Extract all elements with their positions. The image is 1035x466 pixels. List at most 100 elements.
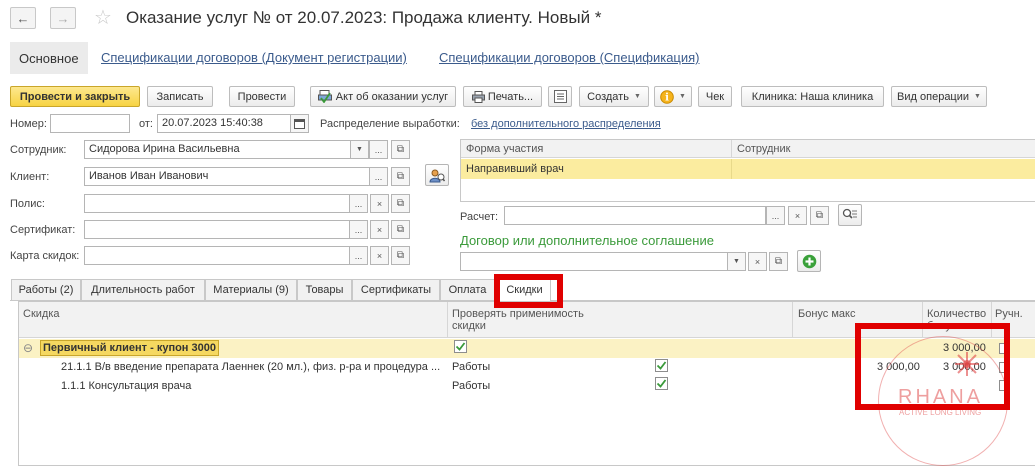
contract-input[interactable] (460, 252, 728, 271)
contract-open-button[interactable]: ⧉ (769, 252, 788, 271)
discount-card-select-button[interactable]: ... (349, 246, 368, 265)
client-card-icon (429, 169, 445, 182)
col-bonus-qty-1: Количество (927, 308, 987, 320)
number-label: Номер: (10, 118, 47, 130)
page-title: Оказание услуг № от 20.07.2023: Продажа … (126, 8, 602, 27)
favorite-star-icon[interactable]: ☆ (94, 5, 112, 30)
calc-clear-button[interactable]: × (788, 206, 807, 225)
open-icon: ⧉ (815, 210, 824, 221)
open-icon: ⧉ (396, 171, 405, 182)
policy-label: Полис: (10, 198, 45, 210)
client-open-button[interactable]: ⧉ (391, 167, 410, 186)
calc-select-button[interactable]: ... (766, 206, 785, 225)
dropdown-arrow-icon: ▼ (974, 93, 981, 100)
employee-open-button[interactable]: ⧉ (391, 140, 410, 159)
clear-icon: × (376, 224, 383, 235)
group-applicability-checkbox[interactable] (454, 340, 467, 353)
employee-dropdown-button[interactable]: ▼ (350, 140, 369, 159)
section-contract-specs[interactable]: Спецификации договоров (Спецификация) (439, 50, 700, 65)
employee-input[interactable]: Сидорова Ирина Васильевна (84, 140, 351, 159)
contract-clear-button[interactable]: × (748, 252, 767, 271)
calc-input[interactable] (504, 206, 766, 225)
post-and-close-button[interactable]: Провести и закрыть (10, 86, 140, 107)
tab-payment[interactable]: Оплата (440, 279, 495, 300)
clear-icon: × (376, 198, 383, 209)
contract-dropdown-button[interactable]: ▼ (727, 252, 746, 271)
back-button[interactable]: ← (10, 7, 36, 29)
certificate-select-button[interactable]: ... (349, 220, 368, 239)
section-main[interactable]: Основное (10, 42, 88, 74)
policy-clear-button[interactable]: × (370, 194, 389, 213)
info-dropdown[interactable]: i ▼ (654, 86, 692, 107)
certificate-input[interactable] (84, 220, 350, 239)
row-applicability-checkbox[interactable] (655, 359, 668, 372)
policy-open-button[interactable]: ⧉ (391, 194, 410, 213)
ellipsis-icon: ... (354, 198, 363, 209)
date-label: от: (139, 118, 153, 130)
row-applicability-checkbox[interactable] (655, 377, 668, 390)
calc-search-button[interactable] (838, 204, 862, 226)
operation-type-dropdown[interactable]: Вид операции ▼ (891, 86, 987, 107)
dropdown-arrow-icon: ▼ (633, 93, 641, 100)
calc-open-button[interactable]: ⧉ (810, 206, 829, 225)
client-input[interactable]: Иванов Иван Иванович (84, 167, 370, 186)
certificate-clear-button[interactable]: × (370, 220, 389, 239)
checkmark-icon (455, 342, 466, 351)
calc-label: Расчет: (460, 211, 499, 223)
report-button[interactable] (548, 86, 572, 107)
forward-button[interactable]: → (50, 7, 76, 29)
save-button[interactable]: Записать (147, 86, 213, 107)
date-input[interactable]: 20.07.2023 15:40:38 (157, 114, 291, 133)
distribution-label: Распределение выработки: (320, 118, 460, 130)
tab-goods[interactable]: Товары (297, 279, 352, 300)
contract-add-button[interactable] (797, 250, 821, 272)
clinic-button[interactable]: Клиника: Наша клиника (741, 86, 884, 107)
tab-work-duration[interactable]: Длительность работ (81, 279, 205, 300)
discount-card-input[interactable] (84, 246, 350, 265)
calendar-button[interactable] (290, 114, 309, 133)
participation-header: Форма участия Сотрудник (461, 140, 1035, 158)
employee-select-button[interactable]: ... (369, 140, 388, 159)
clear-icon: × (754, 256, 761, 267)
service-act-button[interactable]: Акт об оказании услуг (310, 86, 456, 107)
discount-row-name: 21.1.1 В/в введение препарата Лаеннек (2… (61, 361, 441, 373)
svg-text:i: i (665, 92, 669, 103)
clear-icon: × (794, 210, 801, 221)
number-input[interactable] (50, 114, 130, 133)
post-button[interactable]: Провести (229, 86, 295, 107)
tab-works[interactable]: Работы (2) (11, 279, 81, 300)
tab-certificates[interactable]: Сертификаты (352, 279, 440, 300)
client-select-button[interactable]: ... (369, 167, 388, 186)
checkmark-icon (656, 361, 667, 370)
participation-table[interactable]: Форма участия Сотрудник Направивший врач (460, 139, 1035, 202)
discount-row-applicability: Работы (452, 361, 491, 373)
create-dropdown[interactable]: Создать ▼ (579, 86, 649, 107)
policy-select-button[interactable]: ... (349, 194, 368, 213)
table-row[interactable]: Направивший врач (461, 159, 1035, 179)
ellipsis-icon: ... (771, 210, 780, 221)
open-icon: ⧉ (396, 250, 405, 261)
section-contract-specs-doc[interactable]: Спецификации договоров (Документ регистр… (101, 50, 407, 65)
collapse-icon[interactable]: ⊖ (23, 341, 33, 355)
arrow-right-icon: → (56, 10, 70, 26)
act-print-icon (317, 90, 332, 103)
add-icon (802, 254, 816, 268)
certificate-open-button[interactable]: ⧉ (391, 220, 410, 239)
highlight-bonus-columns (855, 323, 1010, 410)
tab-materials[interactable]: Материалы (9) (205, 279, 297, 300)
calendar-icon (294, 119, 305, 129)
distribution-link[interactable]: без дополнительного распределения (471, 118, 661, 130)
open-icon: ⧉ (396, 144, 405, 155)
search-list-icon (842, 208, 857, 219)
client-card-button[interactable] (425, 164, 449, 186)
ellipsis-icon: ... (374, 144, 383, 155)
group-name: Первичный клиент - купон 3000 (40, 340, 219, 356)
discount-card-open-button[interactable]: ⧉ (391, 246, 410, 265)
participation-form-cell: Направивший врач (466, 163, 564, 175)
ellipsis-icon: ... (374, 171, 383, 182)
policy-input[interactable] (84, 194, 350, 213)
receipt-button[interactable]: Чек (698, 86, 732, 107)
discount-card-clear-button[interactable]: × (370, 246, 389, 265)
print-button[interactable]: Печать... (463, 86, 542, 107)
open-icon: ⧉ (396, 224, 405, 235)
